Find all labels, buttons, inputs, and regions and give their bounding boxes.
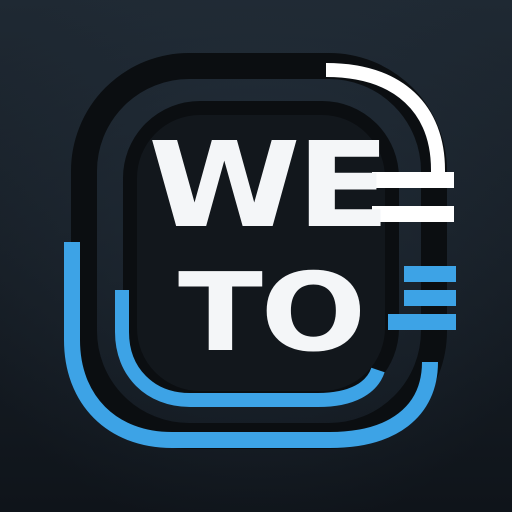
logo-line-1: WE (148, 116, 386, 254)
logo-line-2: TO (178, 251, 364, 376)
weto-logo-icon: WE TO (0, 0, 512, 512)
blue-bar-1 (404, 266, 456, 282)
blue-bar-3 (388, 314, 456, 330)
blue-bar-2 (404, 290, 456, 306)
